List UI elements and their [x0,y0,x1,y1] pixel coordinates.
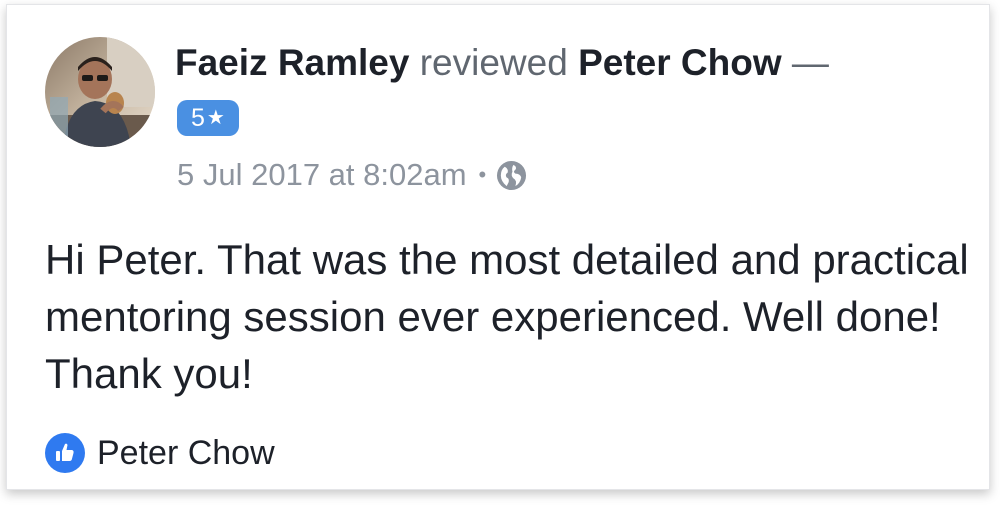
header-dash: — [791,42,829,83]
meta-separator: • [478,162,487,187]
thumbs-up-icon [45,433,85,473]
review-timestamp[interactable]: 5 Jul 2017 at 8:02am [177,155,467,195]
review-meta: 5 Jul 2017 at 8:02am • [177,155,527,195]
reviewed-page-name[interactable]: Peter Chow [578,42,782,83]
review-action: reviewed [419,42,568,83]
avatar-photo [45,37,155,147]
review-header: Faeiz Ramley reviewed Peter Chow — [175,41,829,85]
reaction-row[interactable]: Peter Chow [45,433,275,473]
review-text: Hi Peter. That was the most detailed and… [45,236,969,397]
globe-icon[interactable] [496,160,527,191]
review-card: Faeiz Ramley reviewed Peter Chow — 5 ★ 5… [6,4,990,490]
star-icon: ★ [206,107,225,129]
reviewer-avatar[interactable] [45,37,155,147]
rating-badge: 5 ★ [177,100,239,136]
rating-value: 5 [191,104,205,132]
reviewer-name[interactable]: Faeiz Ramley [175,42,409,83]
liker-name[interactable]: Peter Chow [97,433,275,473]
